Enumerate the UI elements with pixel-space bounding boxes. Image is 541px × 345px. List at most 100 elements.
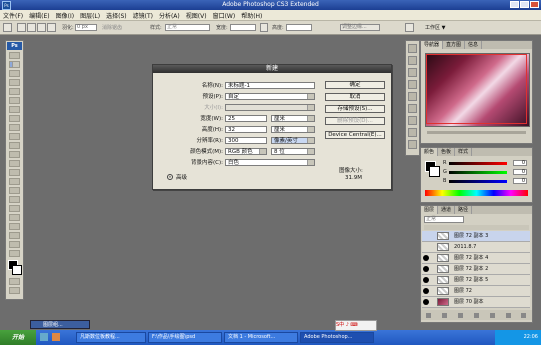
channels-mini-icon[interactable] [408, 140, 417, 149]
magic-wand-tool-icon[interactable] [9, 79, 20, 86]
resolution-input[interactable]: 300 [225, 136, 267, 144]
workspace-menu[interactable]: 工作区 ▼ [425, 24, 445, 31]
colormode-select[interactable]: RGB 颜色 [225, 147, 267, 155]
history-panel-icon[interactable] [408, 44, 417, 53]
g-value[interactable]: 0 [513, 169, 527, 175]
visibility-eye-icon[interactable] [423, 255, 429, 261]
menu-layer[interactable]: 图层(L) [77, 11, 103, 20]
crop-tool-icon[interactable] [9, 88, 20, 95]
desktop-quicklaunch-icon[interactable] [52, 333, 60, 341]
visibility-eye-icon[interactable] [423, 244, 429, 250]
height-unit-select[interactable]: 厘米 [271, 125, 315, 133]
bitdepth-select[interactable]: 8 位 [271, 147, 315, 155]
style-select[interactable]: 正常 [165, 24, 210, 31]
name-input[interactable]: 未标题-1 [225, 81, 315, 89]
lasso-tool-icon[interactable] [9, 70, 20, 77]
visibility-eye-icon[interactable] [423, 233, 429, 239]
notes-tool-icon[interactable] [9, 223, 20, 230]
tab-layers[interactable]: 图层 [421, 206, 439, 214]
visibility-eye-icon[interactable] [423, 288, 429, 294]
dodge-tool-icon[interactable] [9, 169, 20, 176]
antialias-checkbox[interactable]: 消除锯齿 [102, 24, 122, 31]
tab-channels[interactable]: 通道 [438, 206, 456, 214]
zoom-slider[interactable] [427, 131, 526, 134]
layer-row[interactable]: 图层 72 副本 4 [422, 253, 530, 264]
hand-tool-icon[interactable] [9, 241, 20, 248]
brush-tool-icon[interactable] [9, 115, 20, 122]
start-button[interactable]: 开始 [0, 330, 36, 345]
character-panel-icon[interactable] [408, 104, 417, 113]
history-brush-tool-icon[interactable] [9, 133, 20, 140]
actions-panel-icon[interactable] [408, 56, 417, 65]
path-select-tool-icon[interactable] [9, 196, 20, 203]
r-slider[interactable] [449, 162, 507, 165]
menu-filter[interactable]: 滤镜(T) [130, 11, 156, 20]
tab-swatches[interactable]: 色板 [438, 148, 456, 156]
visibility-eye-icon[interactable] [423, 299, 429, 305]
marquee-tool-preset-icon[interactable] [3, 23, 12, 32]
b-value[interactable]: 0 [513, 178, 527, 184]
menu-view[interactable]: 视图(V) [183, 11, 210, 20]
g-slider[interactable] [449, 171, 507, 174]
menu-edit[interactable]: 编辑(E) [26, 11, 52, 20]
tab-paths[interactable]: 路径 [455, 206, 473, 214]
advanced-toggle-icon[interactable]: » [167, 174, 173, 180]
clone-source-panel-icon[interactable] [408, 92, 417, 101]
blend-mode-select[interactable]: 正常 [424, 216, 464, 223]
width-input-dialog[interactable]: 25 [225, 114, 267, 122]
tab-navigator[interactable]: 导航器 [421, 41, 444, 49]
subtract-selection-icon[interactable] [37, 23, 46, 32]
blur-tool-icon[interactable] [9, 160, 20, 167]
tab-color[interactable]: 颜色 [421, 148, 439, 156]
width-unit-select[interactable]: 厘米 [271, 114, 315, 122]
device-central-button[interactable]: Device Central(E)... [325, 131, 385, 139]
adjustment-layer-icon[interactable] [473, 312, 479, 318]
r-value[interactable]: 0 [513, 160, 527, 166]
ok-button[interactable]: 确定 [325, 81, 385, 89]
tab-styles[interactable]: 样式 [455, 148, 473, 156]
close-button[interactable] [530, 1, 539, 8]
layer-row[interactable]: 图层 72 [422, 286, 530, 297]
type-tool-icon[interactable] [9, 187, 20, 194]
height-input[interactable] [286, 24, 312, 31]
tab-histogram[interactable]: 直方图 [443, 41, 466, 49]
layer-mask-icon[interactable] [458, 312, 464, 318]
paragraph-panel-icon[interactable] [408, 116, 417, 125]
advanced-label[interactable]: 高级 [176, 173, 187, 181]
shape-tool-icon[interactable] [9, 205, 20, 212]
menu-help[interactable]: 帮助(H) [238, 11, 265, 20]
input-method-bar[interactable]: S中 ♪ ⌨ [335, 320, 377, 331]
height-input-dialog[interactable]: 32 [225, 125, 267, 133]
menu-select[interactable]: 选择(S) [103, 11, 130, 20]
new-group-icon[interactable] [489, 312, 495, 318]
menu-analysis[interactable]: 分析(A) [156, 11, 183, 20]
task-browser[interactable]: 凡斯数位板教程... [76, 332, 146, 343]
color-spectrum-bar[interactable] [425, 190, 528, 196]
background-color-swatch[interactable] [12, 265, 22, 275]
task-word[interactable]: 文档 1 - Microsoft... [224, 332, 298, 343]
maximize-button[interactable] [520, 1, 529, 8]
new-selection-icon[interactable] [17, 23, 26, 32]
link-layers-icon[interactable] [426, 312, 432, 318]
layer-comps-panel-icon[interactable] [408, 128, 417, 137]
task-photoshop[interactable]: Adobe Photoshop... [300, 332, 374, 343]
delete-layer-icon[interactable] [521, 312, 527, 318]
healing-brush-tool-icon[interactable] [9, 106, 20, 113]
background-select[interactable]: 白色 [225, 158, 315, 166]
layer-row[interactable]: 2011.8.7 [422, 242, 530, 253]
slice-tool-icon[interactable] [9, 97, 20, 104]
quick-mask-icon[interactable] [9, 278, 20, 285]
save-preset-button[interactable]: 存储预设(S)... [325, 105, 385, 113]
intersect-selection-icon[interactable] [47, 23, 56, 32]
marquee-tool-icon[interactable] [9, 61, 20, 68]
feather-input[interactable]: 0 px [75, 24, 97, 31]
navigator-preview-image[interactable] [425, 53, 530, 127]
b-slider[interactable] [449, 180, 507, 183]
layer-row[interactable]: 图层 72 副本 5 [422, 275, 530, 286]
menu-window[interactable]: 窗口(W) [210, 11, 239, 20]
layer-style-icon[interactable] [442, 312, 448, 318]
gradient-tool-icon[interactable] [9, 151, 20, 158]
pen-tool-icon[interactable] [9, 178, 20, 185]
clone-stamp-tool-icon[interactable] [9, 124, 20, 131]
task-explorer[interactable]: F:\作品\手绘图\psd [148, 332, 222, 343]
